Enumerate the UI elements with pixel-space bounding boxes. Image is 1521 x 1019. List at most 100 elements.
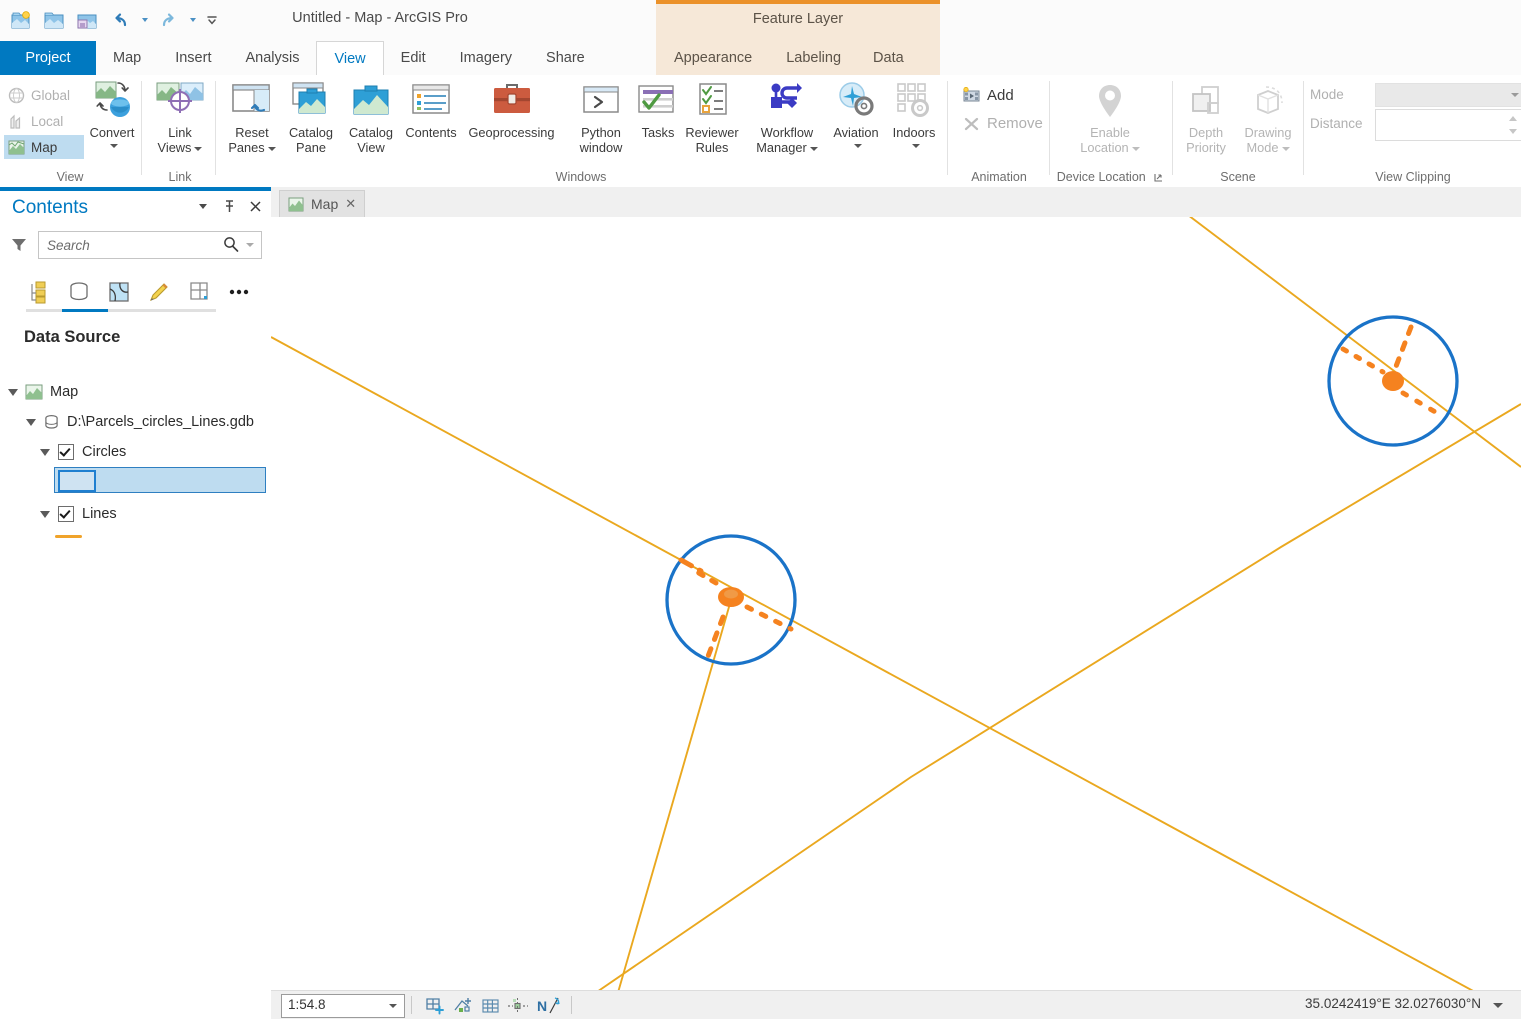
reset-panes-dropdown-icon [268,147,276,151]
add-new-map-icon[interactable] [421,995,447,1016]
tab-edit[interactable]: Edit [384,41,443,75]
symbol-swatch-circles[interactable] [58,470,96,492]
catalog-pane-button[interactable]: Catalog Pane [279,79,343,165]
tab-view[interactable]: View [316,41,383,75]
view-local-button[interactable]: Local [4,109,84,133]
clip-mode-combo[interactable] [1375,83,1521,107]
select-features-icon[interactable] [449,995,475,1016]
contents-button[interactable]: Contents [399,79,463,165]
reviewer-rules-button[interactable]: Reviewer Rules [680,79,744,165]
tab-analysis[interactable]: Analysis [228,41,316,75]
aviation-dropdown-icon[interactable] [851,140,862,152]
list-by-drawing-order-icon[interactable] [26,278,52,306]
list-by-editing-icon[interactable] [146,278,172,306]
list-by-data-source-icon[interactable] [66,278,92,306]
tab-project[interactable]: Project [0,41,96,75]
close-icon[interactable] [247,198,263,214]
window-title: Untitled - Map - ArcGIS Pro [0,10,760,26]
indoors-button[interactable]: Indoors [882,79,946,165]
dialog-launcher-icon[interactable] [1154,173,1163,182]
enable-location-label-1: Enable [1078,125,1142,140]
remove-animation-icon [962,115,981,132]
tree-item-lines-label: Lines [82,506,117,522]
catalog-pane-icon [287,79,335,123]
workflow-manager-button[interactable]: Workflow Manager [747,79,827,165]
expand-arrow-icon[interactable] [40,449,50,456]
tab-imagery[interactable]: Imagery [443,41,529,75]
map-scale-selector[interactable]: 1:54.8 [281,994,405,1018]
expand-arrow-icon[interactable] [8,389,18,396]
status-separator [571,996,572,1014]
status-separator [411,996,412,1014]
expand-arrow-icon[interactable] [26,419,36,426]
tab-appearance[interactable]: Appearance [656,41,770,75]
view-global-button[interactable]: Global [4,83,84,107]
layer-visibility-checkbox-lines[interactable] [58,506,74,522]
list-by-selection-icon[interactable] [106,278,132,306]
tree-item-map[interactable]: Map [0,377,271,407]
indoors-icon [890,79,938,123]
tab-labeling[interactable]: Labeling [770,41,857,75]
ribbon-group-view-label: View [0,170,140,184]
reset-panes-button[interactable]: Reset Panes [220,79,284,165]
depth-priority-button[interactable]: Depth Priority [1174,79,1238,165]
convert-button[interactable]: Convert [80,79,144,165]
symbol-swatch-lines[interactable] [55,535,82,538]
coordinate-format-chevron-icon[interactable] [1493,1003,1503,1008]
pane-menu-icon[interactable] [195,198,211,214]
aviation-button[interactable]: Aviation [824,79,888,165]
tab-map[interactable]: Map [96,41,158,75]
view-map-button[interactable]: Map [4,135,84,159]
ribbon-group-animation: Add Remove Animation [950,75,1048,187]
clip-distance-spinner[interactable] [1375,109,1521,141]
view-tab-close-icon[interactable]: ✕ [345,196,356,212]
list-by-active-indicator [26,309,216,312]
symbol-row-lines[interactable] [0,529,271,547]
animation-add-label: Add [987,87,1014,104]
more-options-icon[interactable] [226,278,252,306]
expand-arrow-icon[interactable] [40,511,50,518]
depth-priority-label-2: Priority [1174,140,1238,155]
python-window-button[interactable]: Python window [569,79,633,165]
snapping-icon[interactable] [505,995,531,1016]
search-box[interactable] [38,231,262,259]
tab-insert[interactable]: Insert [158,41,228,75]
tab-data[interactable]: Data [857,41,920,75]
filter-funnel-icon[interactable] [10,236,28,257]
ribbon-separator [1303,81,1304,175]
symbol-row-circles[interactable] [0,467,271,493]
circle-feature-1 [667,536,795,664]
geoprocessing-button[interactable]: Geoprocessing [459,79,564,165]
search-input[interactable] [45,235,219,255]
view-tab-map[interactable]: Map ✕ [279,190,365,217]
animation-add-button[interactable]: Add [958,83,1050,107]
map-view: Map ✕ [271,187,1521,1019]
grid-icon[interactable] [477,995,503,1016]
layer-visibility-checkbox-circles[interactable] [58,444,74,460]
animation-remove-button[interactable]: Remove [958,111,1050,135]
map-canvas[interactable] [271,217,1521,996]
catalog-view-button[interactable]: Catalog View [339,79,403,165]
map-icon [25,384,43,400]
tree-item-circles[interactable]: Circles [0,437,271,467]
chevron-down-icon [1511,93,1519,97]
north-arrow-icon[interactable]: N [535,995,565,1016]
indoors-dropdown-icon[interactable] [909,140,920,152]
tab-share[interactable]: Share [529,41,602,75]
link-views-button[interactable]: Link Views [148,79,212,165]
convert-dropdown-icon[interactable] [107,140,118,152]
map-coordinates: 35.0242419°E 32.0276030°N [1305,996,1481,1011]
workflow-manager-dropdown-icon [810,147,818,151]
aviation-icon [832,79,880,123]
auto-hide-pin-icon[interactable] [221,198,237,214]
list-by-snapping-icon[interactable] [186,278,212,306]
tree-item-geodatabase[interactable]: D:\Parcels_circles_Lines.gdb [0,407,271,437]
geodatabase-icon [43,414,60,430]
drawing-mode-button[interactable]: Drawing Mode [1236,79,1300,165]
enable-location-button[interactable]: Enable Location [1078,79,1142,165]
geoprocessing-label: Geoprocessing [459,125,564,140]
search-icon[interactable] [223,236,239,255]
tree-item-lines[interactable]: Lines [0,499,271,529]
map-status-bar: 1:54.8 N 35.0242419°E 32.0276030°N [271,990,1521,1019]
animation-remove-label: Remove [987,115,1043,132]
